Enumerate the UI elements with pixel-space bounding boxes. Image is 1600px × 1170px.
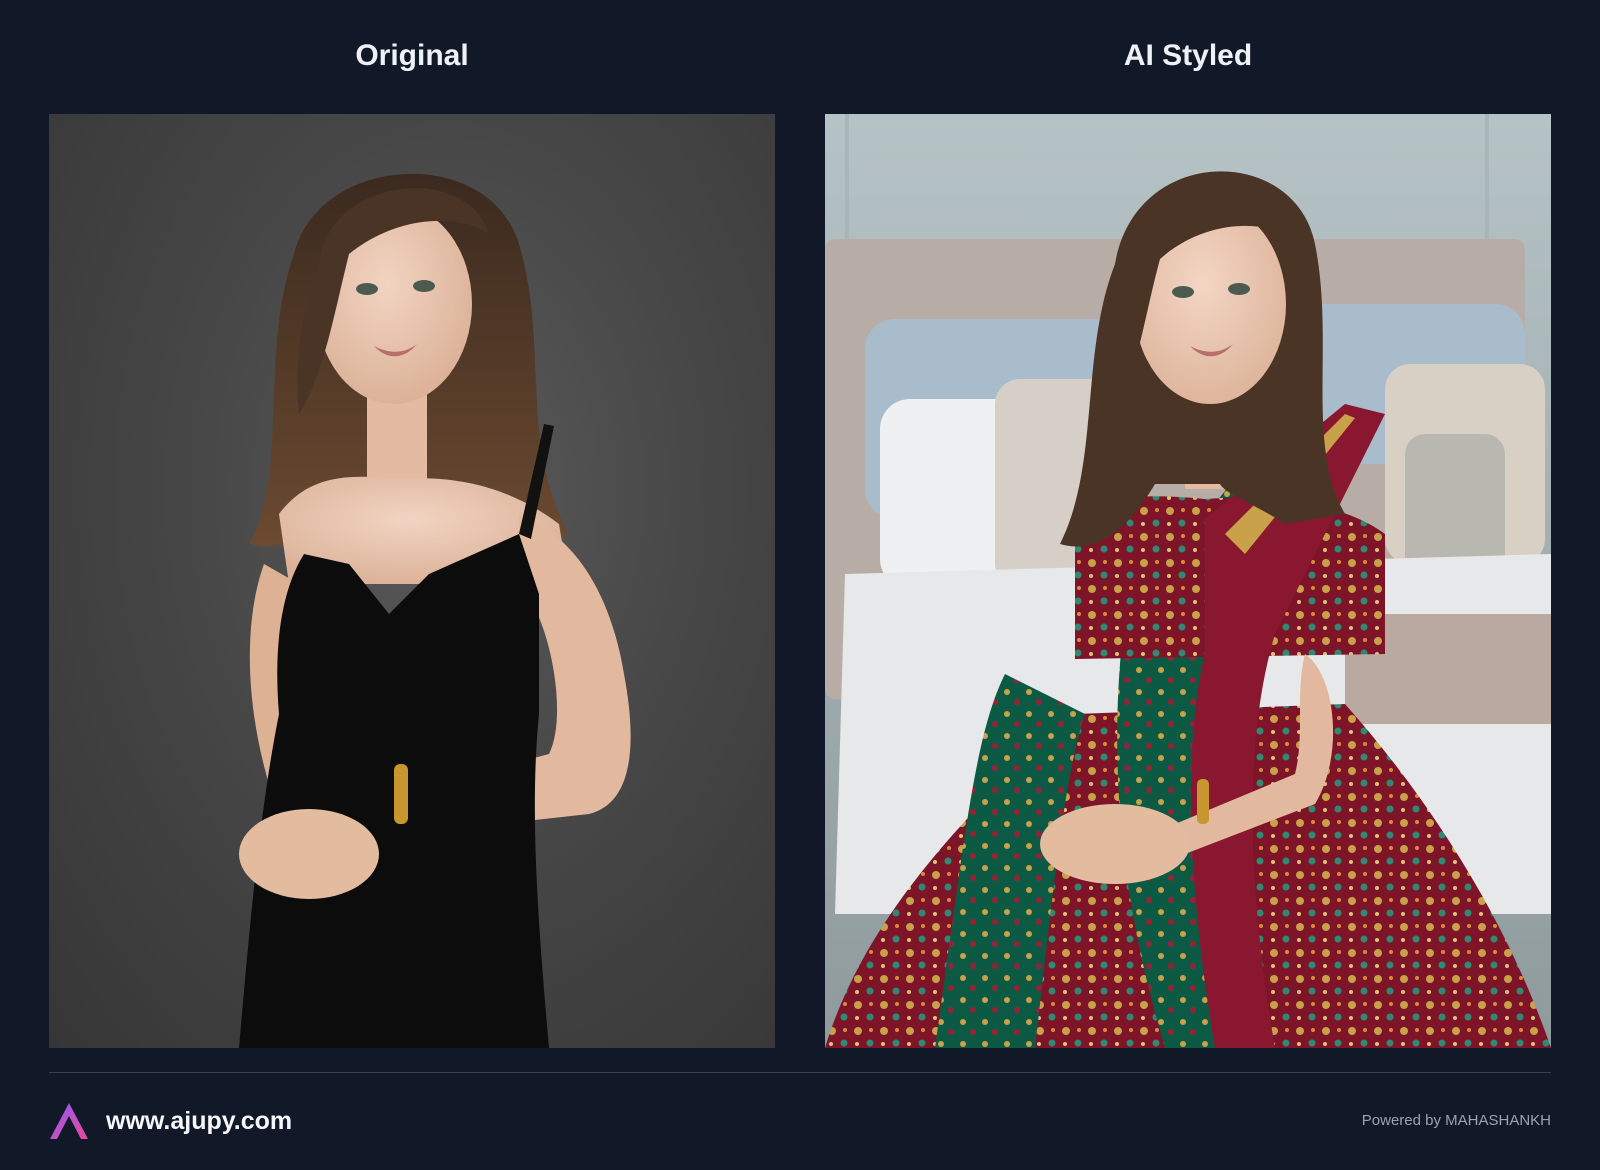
ai-styled-photo-illustration — [825, 114, 1551, 1048]
original-title: Original — [355, 39, 469, 72]
website-url-link[interactable]: www.ajupy.com — [106, 1104, 292, 1138]
footer-divider — [49, 1072, 1551, 1073]
ai-styled-title: AI Styled — [1123, 39, 1253, 72]
powered-by-text: Powered by MAHASHANKH — [1361, 1112, 1551, 1129]
original-photo-illustration — [239, 173, 631, 1048]
ai-styled-image — [825, 114, 1551, 1048]
original-image — [49, 114, 775, 1048]
ajupy-logo-icon[interactable] — [49, 1101, 89, 1141]
